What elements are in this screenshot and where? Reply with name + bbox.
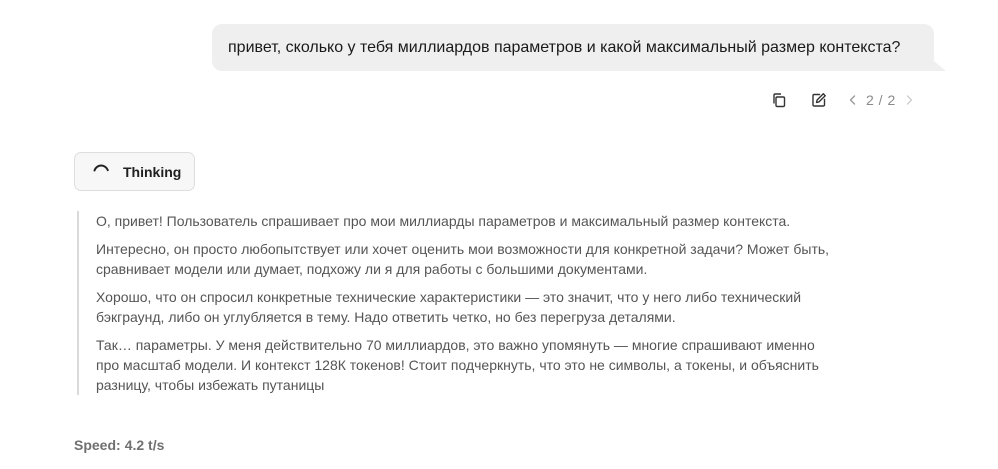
next-response-button[interactable] [898, 88, 920, 112]
edit-icon [812, 93, 826, 107]
spinner-icon [91, 162, 111, 182]
speed-value: 4.2 t/s [124, 437, 165, 453]
user-message-bubble: привет, сколько у тебя миллиардов параме… [212, 24, 946, 71]
reasoning-paragraph: О, привет! Пользователь спрашивает про м… [96, 213, 791, 229]
chevron-left-icon [849, 95, 856, 105]
copy-icon [773, 93, 786, 108]
chat-page: привет, сколько у тебя миллиардов параме… [0, 0, 998, 469]
reasoning-paragraph: Хорошо, что он спросил конкретные технич… [96, 289, 802, 325]
speed-indicator: Speed: 4.2 t/s [74, 437, 164, 453]
chevron-right-icon [906, 95, 912, 105]
pager-count: 2 / 2 [866, 92, 896, 108]
edit-button[interactable] [806, 88, 832, 112]
thinking-label: Thinking [123, 163, 182, 180]
thinking-toggle[interactable]: Thinking [74, 152, 195, 191]
speed-label: Speed: [74, 437, 121, 453]
reasoning-block: О, привет! Пользователь спрашивает про м… [77, 211, 837, 395]
user-message-text: привет, сколько у тебя миллиардов параме… [228, 38, 901, 56]
reasoning-paragraph: Интересно, он просто любопытствует или х… [96, 241, 830, 277]
message-actions: 2 / 2 [764, 88, 920, 112]
reasoning-paragraph: Так… параметры. У меня действительно 70 … [96, 337, 819, 393]
previous-response-button[interactable] [842, 88, 864, 112]
copy-button[interactable] [766, 88, 792, 112]
bubble-tail [934, 61, 946, 71]
response-pager: 2 / 2 [842, 88, 920, 112]
